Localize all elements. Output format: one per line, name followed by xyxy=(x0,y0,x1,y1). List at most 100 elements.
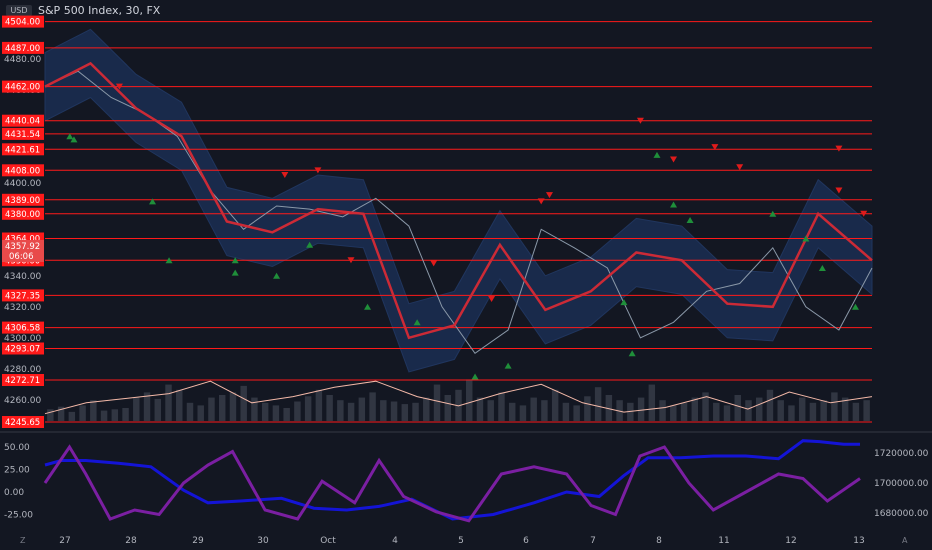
level-label: 4440.04 xyxy=(5,117,40,127)
volume-bar xyxy=(122,408,129,421)
volume-bar xyxy=(111,409,119,421)
volume-bar xyxy=(154,398,161,421)
auto-scale-label[interactable]: A xyxy=(902,536,908,545)
volume-bar xyxy=(798,397,806,421)
volume-bar xyxy=(756,397,763,421)
volume-bar xyxy=(476,397,484,421)
volume-bar xyxy=(541,400,548,421)
volume-bar xyxy=(573,405,580,421)
volume-bar xyxy=(90,400,97,421)
level-label: 4327.35 xyxy=(5,291,40,301)
volume-bar xyxy=(294,401,301,421)
osc-right-tick-label: 1720000.00 xyxy=(874,449,929,459)
osc-y-tick-label: 0.00 xyxy=(4,488,24,498)
osc-y-tick-label: -25.00 xyxy=(4,511,33,521)
volume-bar xyxy=(466,379,473,421)
zoom-reset-label[interactable]: Z xyxy=(20,536,26,545)
x-tick-label: 6 xyxy=(523,536,529,546)
volume-bar xyxy=(304,396,312,421)
x-tick-label: 7 xyxy=(590,536,596,546)
y-tick-label: 4340.00 xyxy=(4,272,41,282)
volume-bar xyxy=(788,405,795,421)
volume-bar xyxy=(530,397,537,421)
volume-bar xyxy=(648,384,656,421)
x-tick-label: 13 xyxy=(853,536,864,546)
volume-bar xyxy=(272,405,280,421)
volume-bar xyxy=(251,397,258,421)
x-tick-label: 8 xyxy=(656,536,662,546)
volume-bar xyxy=(713,402,720,421)
x-tick-label: Oct xyxy=(320,536,336,546)
level-label: 4306.58 xyxy=(5,324,40,334)
volume-bar xyxy=(133,397,140,421)
x-tick-label: 29 xyxy=(192,536,204,546)
x-tick-label: 11 xyxy=(718,536,729,546)
volume-bar xyxy=(165,384,172,421)
x-tick-label: 27 xyxy=(59,536,70,546)
volume-bar xyxy=(315,389,323,421)
volume-bar xyxy=(412,402,419,421)
volume-bar xyxy=(723,405,731,421)
level-label: 4293.07 xyxy=(5,345,40,355)
x-tick-label: 4 xyxy=(392,536,398,546)
osc-y-tick-label: 50.00 xyxy=(4,443,30,453)
volume-bar xyxy=(369,392,376,421)
x-tick-label: 5 xyxy=(458,536,464,546)
chart-title: S&P 500 Index, 30, FX xyxy=(38,4,161,17)
chart-canvas: USD S&P 500 Index, 30, FX 4480.004460.00… xyxy=(0,0,932,550)
volume-bar xyxy=(68,411,76,421)
volume-bar xyxy=(594,387,602,421)
volume-bar xyxy=(498,392,505,421)
volume-bar xyxy=(433,384,441,421)
volume-bar xyxy=(766,389,774,421)
volume-bar xyxy=(745,400,752,421)
volume-bar xyxy=(283,408,290,421)
volume-bar xyxy=(584,396,591,421)
volume-bar xyxy=(186,402,194,421)
current-price-countdown: 06:06 xyxy=(9,252,34,262)
y-tick-label: 4280.00 xyxy=(4,365,41,375)
volume-bar xyxy=(487,400,494,421)
volume-bar xyxy=(670,405,677,421)
volume-bar xyxy=(197,405,204,421)
level-label: 4389.00 xyxy=(5,196,40,206)
volume-bar xyxy=(519,405,527,421)
volume-bar xyxy=(831,392,838,421)
osc-right-tick-label: 1700000.00 xyxy=(874,479,929,489)
y-tick-label: 4260.00 xyxy=(4,396,41,406)
volume-bar xyxy=(47,409,54,421)
x-tick-label: 28 xyxy=(125,536,137,546)
osc-y-tick-label: 25.00 xyxy=(4,466,30,476)
volume-bar xyxy=(326,395,333,421)
volume-bar xyxy=(680,402,688,421)
volume-bar xyxy=(401,404,409,421)
volume-bar xyxy=(734,395,741,421)
y-tick-label: 4320.00 xyxy=(4,303,41,313)
volume-bar xyxy=(691,397,699,421)
volume-bar xyxy=(261,402,269,421)
volume-bar xyxy=(229,392,237,421)
level-label: 4380.00 xyxy=(5,210,40,220)
level-label: 4408.00 xyxy=(5,166,40,176)
level-label: 4272.71 xyxy=(5,376,40,386)
volume-bar xyxy=(380,400,387,421)
volume-bar xyxy=(863,400,870,421)
currency-label: USD xyxy=(10,6,27,15)
volume-bar xyxy=(337,400,344,421)
volume-bar xyxy=(551,389,559,421)
volume-bar xyxy=(820,400,827,421)
volume-bar xyxy=(508,402,516,421)
chart-screen: USD S&P 500 Index, 30, FX 4480.004460.00… xyxy=(0,0,932,550)
volume-bar xyxy=(218,395,226,421)
volume-bar xyxy=(423,397,430,421)
volume-bar xyxy=(176,389,183,421)
volume-bar xyxy=(358,397,366,421)
volume-bar xyxy=(809,402,817,421)
y-tick-label: 4300.00 xyxy=(4,334,41,344)
osc-right-tick-label: 1680000.00 xyxy=(874,509,929,519)
volume-bar xyxy=(79,405,86,421)
volume-bar xyxy=(390,401,398,421)
volume-bar xyxy=(637,397,645,421)
level-label: 4487.00 xyxy=(5,44,40,54)
level-label: 4504.00 xyxy=(5,18,40,28)
